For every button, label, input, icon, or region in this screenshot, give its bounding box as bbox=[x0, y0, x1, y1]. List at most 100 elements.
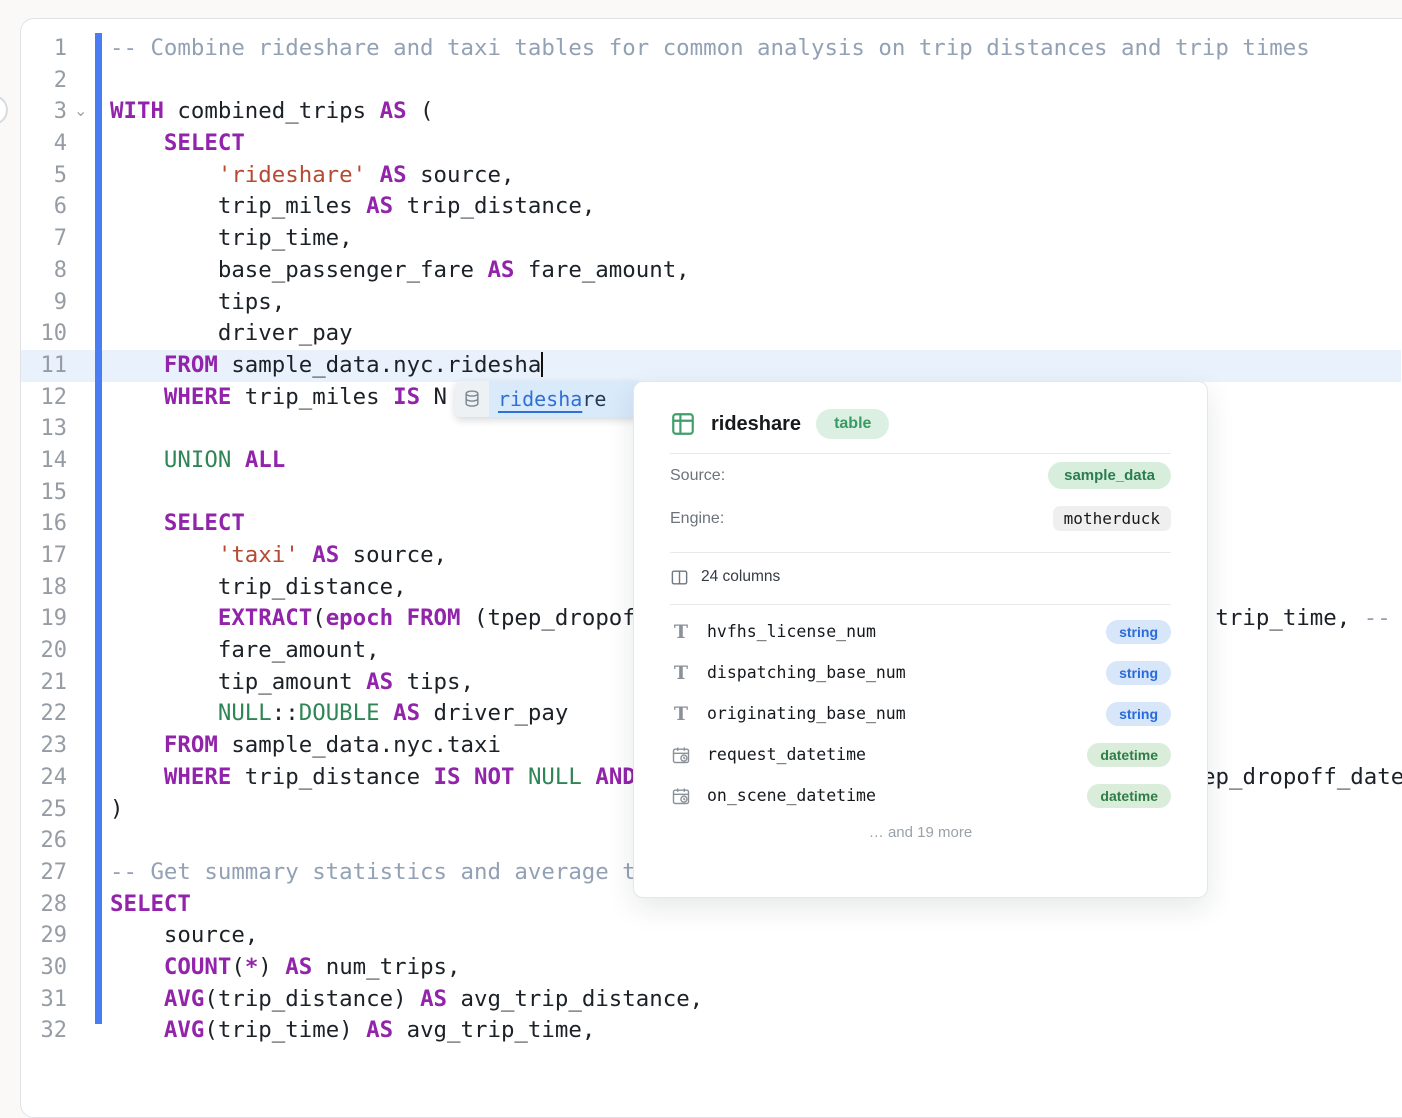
column-type-badge: string bbox=[1106, 702, 1171, 726]
line-number[interactable]: 16 bbox=[21, 508, 67, 540]
column-name: hvfhs_license_num bbox=[707, 622, 1106, 641]
autocomplete-kind-box bbox=[455, 381, 489, 417]
line-number[interactable]: 13 bbox=[21, 413, 67, 445]
token-def: fare_amount, bbox=[514, 257, 689, 283]
line-number[interactable]: 29 bbox=[21, 920, 67, 952]
line-number[interactable]: 1 bbox=[21, 33, 67, 65]
line-number[interactable]: 6 bbox=[21, 191, 67, 223]
token-def bbox=[582, 764, 595, 790]
token-type: NULL bbox=[528, 764, 582, 790]
token-def bbox=[393, 605, 406, 631]
fold-slot bbox=[74, 160, 94, 192]
calendar-clock-icon bbox=[670, 786, 692, 806]
autocomplete-item-rideshare[interactable]: rideshare bbox=[489, 381, 641, 417]
token-def bbox=[366, 162, 379, 188]
line-number[interactable]: 10 bbox=[21, 318, 67, 350]
line-number[interactable]: 19 bbox=[21, 603, 67, 635]
line-number[interactable]: 24 bbox=[21, 762, 67, 794]
fold-gutter[interactable]: ⌄ bbox=[74, 33, 94, 1047]
line-number[interactable]: 4 bbox=[21, 128, 67, 160]
line-number[interactable]: 30 bbox=[21, 952, 67, 984]
code-line[interactable]: FROM sample_data.nyc.ridesha bbox=[110, 350, 1402, 382]
fold-slot bbox=[74, 1015, 94, 1047]
code-line[interactable]: AVG(trip_time) AS avg_trip_time, bbox=[110, 1015, 1402, 1047]
line-number[interactable]: 14 bbox=[21, 445, 67, 477]
code-line[interactable]: SELECT bbox=[110, 128, 1402, 160]
line-number[interactable]: 17 bbox=[21, 540, 67, 572]
token-def bbox=[110, 954, 164, 980]
code-line[interactable]: driver_pay bbox=[110, 318, 1402, 350]
line-number[interactable]: 3 bbox=[21, 96, 67, 128]
line-number[interactable]: 27 bbox=[21, 857, 67, 889]
token-kw: epoch bbox=[326, 605, 393, 631]
table-icon bbox=[670, 411, 696, 437]
database-icon bbox=[462, 389, 482, 409]
line-number[interactable]: 26 bbox=[21, 825, 67, 857]
token-def: driver_pay bbox=[110, 320, 353, 346]
line-number[interactable]: 25 bbox=[21, 794, 67, 826]
line-number[interactable]: 7 bbox=[21, 223, 67, 255]
code-line[interactable]: trip_miles AS trip_distance, bbox=[110, 191, 1402, 223]
token-kw: WITH bbox=[110, 98, 164, 124]
line-number[interactable]: 8 bbox=[21, 255, 67, 287]
token-def bbox=[231, 447, 244, 473]
text-type-icon: T bbox=[670, 662, 692, 684]
token-kw: AS bbox=[487, 257, 514, 283]
table-info-popup: rideshare table Source: sample_data Engi… bbox=[633, 381, 1208, 898]
token-kw: WHERE bbox=[164, 384, 231, 410]
code-line[interactable]: COUNT(*) AS num_trips, bbox=[110, 952, 1402, 984]
line-number[interactable]: 20 bbox=[21, 635, 67, 667]
token-def bbox=[110, 162, 218, 188]
token-kw: COUNT bbox=[164, 954, 231, 980]
code-line[interactable]: trip_time, bbox=[110, 223, 1402, 255]
token-def bbox=[299, 542, 312, 568]
line-number[interactable]: 18 bbox=[21, 572, 67, 604]
source-value-badge: sample_data bbox=[1048, 462, 1171, 489]
line-number[interactable]: 11 bbox=[21, 350, 67, 382]
token-def bbox=[110, 384, 164, 410]
code-line[interactable] bbox=[110, 65, 1402, 97]
token-def: driver_pay bbox=[420, 700, 568, 726]
line-number[interactable]: 32 bbox=[21, 1015, 67, 1047]
line-number[interactable]: 22 bbox=[21, 698, 67, 730]
token-kw: AS bbox=[366, 193, 393, 219]
line-number[interactable]: 23 bbox=[21, 730, 67, 762]
token-def bbox=[110, 732, 164, 758]
code-line[interactable]: 'rideshare' AS source, bbox=[110, 160, 1402, 192]
token-def: source, bbox=[110, 922, 258, 948]
token-def bbox=[110, 986, 164, 1012]
code-line[interactable]: AVG(trip_distance) AS avg_trip_distance, bbox=[110, 984, 1402, 1016]
token-com: -- Combine rideshare and taxi tables for… bbox=[110, 35, 1310, 61]
code-line[interactable]: base_passenger_fare AS fare_amount, bbox=[110, 255, 1402, 287]
token-type: DOUBLE bbox=[299, 700, 380, 726]
code-line[interactable]: source, bbox=[110, 920, 1402, 952]
fold-chevron-icon[interactable]: ⌄ bbox=[74, 96, 94, 128]
line-number-gutter[interactable]: 1234567891011121314151617181920212223242… bbox=[21, 33, 67, 1047]
line-number[interactable]: 5 bbox=[21, 160, 67, 192]
collapsed-side-button[interactable] bbox=[0, 95, 8, 125]
token-type: UNION bbox=[164, 447, 231, 473]
code-line[interactable]: WITH combined_trips AS ( bbox=[110, 96, 1402, 128]
line-number[interactable]: 2 bbox=[21, 65, 67, 97]
fold-slot bbox=[74, 65, 94, 97]
line-number[interactable]: 28 bbox=[21, 889, 67, 921]
info-row-engine: Engine: motherduck bbox=[670, 497, 1171, 540]
line-number[interactable]: 9 bbox=[21, 287, 67, 319]
line-number[interactable]: 31 bbox=[21, 984, 67, 1016]
fold-slot bbox=[74, 730, 94, 762]
code-line[interactable]: -- Combine rideshare and taxi tables for… bbox=[110, 33, 1402, 65]
columns-count-row: 24 columns bbox=[670, 553, 1171, 601]
code-line[interactable]: tips, bbox=[110, 287, 1402, 319]
engine-value-badge: motherduck bbox=[1053, 506, 1171, 531]
token-kw: FROM bbox=[407, 605, 461, 631]
line-number[interactable]: 12 bbox=[21, 382, 67, 414]
token-def: trip_miles bbox=[110, 193, 366, 219]
fold-slot bbox=[74, 477, 94, 509]
line-number[interactable]: 21 bbox=[21, 667, 67, 699]
line-number[interactable]: 15 bbox=[21, 477, 67, 509]
autocomplete-popup[interactable]: rideshare bbox=[455, 381, 641, 417]
token-kw: FROM bbox=[164, 732, 218, 758]
fold-slot bbox=[74, 445, 94, 477]
token-def: sample_data.nyc.ridesha bbox=[218, 352, 542, 378]
token-def: source, bbox=[339, 542, 447, 568]
